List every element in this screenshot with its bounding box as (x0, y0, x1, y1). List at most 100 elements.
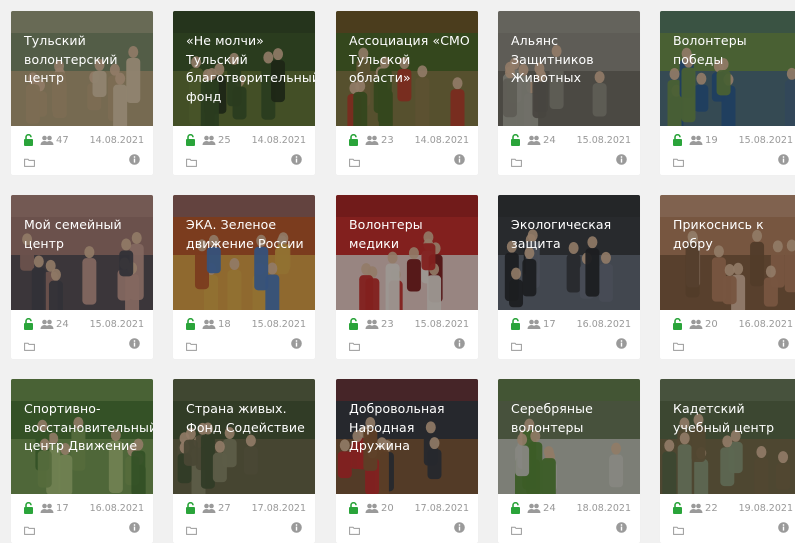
info-icon[interactable] (291, 334, 302, 349)
organization-card[interactable]: Ассоциация «СМО Тульской области» 23 14.08… (336, 11, 478, 175)
member-count: 24 (543, 503, 556, 514)
users-icon (365, 503, 379, 513)
info-icon[interactable] (778, 518, 789, 533)
card-image[interactable]: Мой семейный центр (11, 195, 153, 310)
card-title[interactable]: «Не молчи» Тульский благотворительный фо… (186, 32, 315, 106)
card-title[interactable]: Ассоциация «СМО Тульской области» (349, 32, 472, 88)
card-title[interactable]: Мой семейный центр (24, 216, 147, 253)
member-count: 18 (218, 319, 231, 330)
lock-open-icon (348, 133, 359, 146)
card-title[interactable]: Спортивно-восстановительный центр Движен… (24, 400, 153, 456)
card-image[interactable]: Кадетский учебный центр (660, 379, 795, 494)
card-meta: 47 14.08.2021 (11, 133, 153, 148)
card-title[interactable]: Прикоснись к добру (673, 216, 795, 253)
info-icon[interactable] (291, 150, 302, 165)
organization-card[interactable]: «Не молчи» Тульский благотворительный фо… (173, 11, 315, 175)
card-title[interactable]: Волонтеры победы (673, 32, 795, 69)
card-image[interactable]: Тульский волонтерский центр (11, 11, 153, 126)
organization-card[interactable]: ЭКА. Зеленое движение России 18 15.08.2021 (173, 195, 315, 359)
created-date: 17.08.2021 (414, 503, 469, 514)
folder-icon[interactable] (673, 152, 684, 167)
info-icon[interactable] (616, 150, 627, 165)
card-image[interactable]: «Не молчи» Тульский благотворительный фо… (173, 11, 315, 126)
card-title[interactable]: Страна живых. Фонд Содействие (186, 400, 309, 437)
organization-card[interactable]: Мой семейный центр 24 15.08.2021 (11, 195, 153, 359)
info-icon[interactable] (778, 150, 789, 165)
folder-icon[interactable] (511, 520, 522, 535)
organization-card[interactable]: Серебряные волонтеры 24 18.08.2021 (498, 379, 640, 543)
folder-icon[interactable] (673, 336, 684, 351)
info-icon[interactable] (129, 150, 140, 165)
folder-icon[interactable] (349, 152, 360, 167)
member-count: 24 (543, 135, 556, 146)
created-date: 16.08.2021 (738, 319, 793, 330)
card-meta: 20 17.08.2021 (336, 501, 478, 516)
card-image[interactable]: Страна живых. Фонд Содействие (173, 379, 315, 494)
card-image[interactable]: Волонтеры медики (336, 195, 478, 310)
organization-card[interactable]: Спортивно-восстановительный центр Движен… (11, 379, 153, 543)
info-icon[interactable] (778, 334, 789, 349)
organization-card[interactable]: Волонтеры медики 23 15.08.2021 (336, 195, 478, 359)
folder-icon[interactable] (511, 336, 522, 351)
info-icon[interactable] (129, 334, 140, 349)
folder-icon[interactable] (24, 152, 35, 167)
folder-icon[interactable] (186, 336, 197, 351)
lock-open-icon (348, 501, 359, 514)
organization-card[interactable]: Прикоснись к добру 20 16.08.2021 (660, 195, 795, 359)
info-icon[interactable] (616, 334, 627, 349)
card-image[interactable]: Спортивно-восстановительный центр Движен… (11, 379, 153, 494)
card-image[interactable]: Ассоциация «СМО Тульской области» (336, 11, 478, 126)
organization-card[interactable]: Экологическая защита 17 16.08.2021 (498, 195, 640, 359)
card-title[interactable]: Серебряные волонтеры (511, 400, 634, 437)
folder-icon[interactable] (186, 520, 197, 535)
card-image[interactable]: ЭКА. Зеленое движение России (173, 195, 315, 310)
card-meta: 19 15.08.2021 (660, 133, 795, 148)
member-count: 20 (705, 319, 718, 330)
card-image[interactable]: Экологическая защита (498, 195, 640, 310)
organization-card[interactable]: Альянс Защитников Животных 24 15.08.2021 (498, 11, 640, 175)
card-image[interactable]: Альянс Защитников Животных (498, 11, 640, 126)
card-image[interactable]: Волонтеры победы (660, 11, 795, 126)
users-icon (527, 319, 541, 329)
card-meta: 23 14.08.2021 (336, 133, 478, 148)
card-title[interactable]: Альянс Защитников Животных (511, 32, 634, 88)
folder-icon[interactable] (186, 152, 197, 167)
card-image[interactable]: Прикоснись к добру (660, 195, 795, 310)
card-image[interactable]: Серебряные волонтеры (498, 379, 640, 494)
lock-open-icon (185, 501, 196, 514)
card-title[interactable]: Экологическая защита (511, 216, 634, 253)
card-title[interactable]: Кадетский учебный центр (673, 400, 795, 437)
lock-open-icon (23, 317, 34, 330)
lock-open-icon (672, 133, 683, 146)
folder-icon[interactable] (511, 152, 522, 167)
card-title[interactable]: Тульский волонтерский центр (24, 32, 147, 88)
created-date: 18.08.2021 (576, 503, 631, 514)
folder-icon[interactable] (349, 336, 360, 351)
organization-card[interactable]: Тульский волонтерский центр 47 14.08.2021 (11, 11, 153, 175)
created-date: 14.08.2021 (414, 135, 469, 146)
info-icon[interactable] (129, 518, 140, 533)
users-icon (689, 135, 703, 145)
organization-card[interactable]: Страна живых. Фонд Содействие 27 17.08.202… (173, 379, 315, 543)
card-meta: 17 16.08.2021 (11, 501, 153, 516)
info-icon[interactable] (454, 150, 465, 165)
folder-icon[interactable] (24, 336, 35, 351)
member-count: 19 (705, 135, 718, 146)
card-meta: 24 18.08.2021 (498, 501, 640, 516)
member-count: 25 (218, 135, 231, 146)
info-icon[interactable] (291, 518, 302, 533)
organization-card[interactable]: Волонтеры победы 19 15.08.2021 (660, 11, 795, 175)
info-icon[interactable] (454, 334, 465, 349)
folder-icon[interactable] (24, 520, 35, 535)
card-image[interactable]: Добровольная Народная Дружина (336, 379, 478, 494)
organization-card[interactable]: Добровольная Народная Дружина 20 17.08.202… (336, 379, 478, 543)
folder-icon[interactable] (349, 520, 360, 535)
card-title[interactable]: ЭКА. Зеленое движение России (186, 216, 309, 253)
card-title[interactable]: Волонтеры медики (349, 216, 472, 253)
card-title[interactable]: Добровольная Народная Дружина (349, 400, 472, 456)
info-icon[interactable] (616, 518, 627, 533)
folder-icon[interactable] (673, 520, 684, 535)
card-meta: 23 15.08.2021 (336, 317, 478, 332)
organization-card[interactable]: Кадетский учебный центр 22 19.08.2021 (660, 379, 795, 543)
info-icon[interactable] (454, 518, 465, 533)
